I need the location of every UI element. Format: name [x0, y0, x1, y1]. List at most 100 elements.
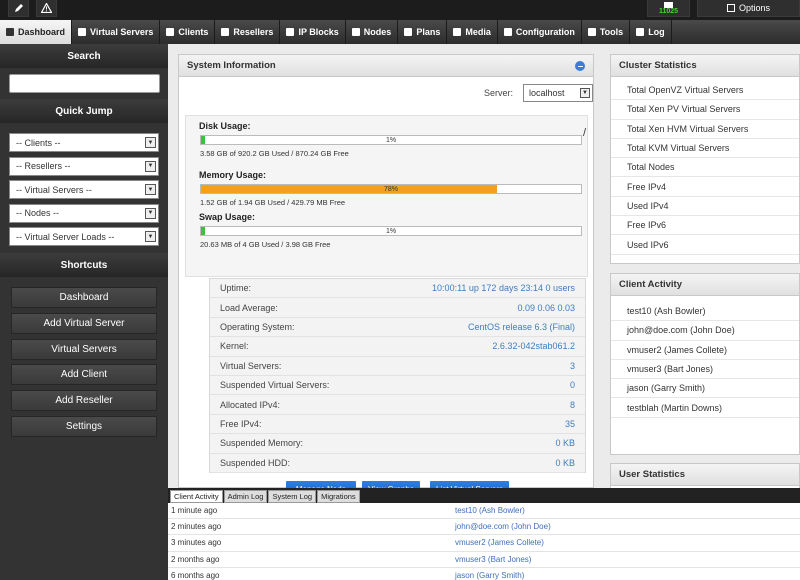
user-icon	[221, 28, 230, 36]
edit-button[interactable]	[8, 0, 29, 17]
nav-item-ip-blocks[interactable]: IP Blocks	[280, 20, 346, 44]
nav-item-label: Tools	[599, 27, 624, 37]
stat-row: Operating System: CentOS release 6.3 (Fin…	[210, 318, 585, 338]
user-statistics-title: User Statistics	[611, 464, 799, 486]
swap-usage-bar: 1%	[200, 226, 582, 236]
stat-row: Uptime: 10:00:11 up 172 days 23:14 0 user…	[210, 279, 585, 299]
document-icon	[404, 28, 413, 36]
messages-button[interactable]: 11025	[647, 0, 690, 17]
shortcut-button-dashboard[interactable]: Dashboard	[11, 287, 157, 308]
quick-jump-select[interactable]: -- Clients -- ▼	[9, 133, 159, 152]
nav-item-media[interactable]: Media	[447, 20, 498, 44]
nav-item-log[interactable]: Log	[630, 20, 672, 44]
quick-jump-select[interactable]: -- Nodes -- ▼	[9, 203, 159, 223]
client-activity-row[interactable]: vmuser2 (James Collete)	[611, 341, 799, 360]
log-tab-admin-log[interactable]: Admin Log	[223, 490, 268, 503]
warning-icon	[41, 3, 52, 13]
quick-jump-heading: Quick Jump	[0, 99, 168, 123]
stat-value: 0	[569, 380, 575, 391]
stat-row: Load Average: 0.09 0.06 0.03	[210, 298, 585, 318]
cluster-stat-row: Total Nodes	[611, 158, 799, 178]
cluster-stat-row: Free IPv6	[611, 216, 799, 236]
log-row: 2 months ago vmuser3 (Bart Jones)	[168, 552, 800, 568]
search-input[interactable]	[9, 74, 160, 93]
sidebar: Search Quick Jump -- Clients -- ▼ -- Resel…	[0, 44, 168, 580]
stat-label: Virtual Servers:	[220, 360, 282, 371]
stat-row: Suspended Virtual Servers: 0	[210, 376, 585, 396]
user-icon	[166, 28, 175, 36]
server-select[interactable]: localhost ▼	[523, 84, 593, 102]
client-activity-row[interactable]: john@doe.com (John Doe)	[611, 321, 799, 341]
stat-label: Kernel:	[220, 341, 249, 352]
stat-label: Suspended Memory:	[220, 438, 304, 449]
log-tab-client-activity[interactable]: Client Activity	[170, 490, 223, 503]
nav-item-plans[interactable]: Plans	[398, 20, 448, 44]
nav-item-configuration[interactable]: Configuration	[498, 20, 582, 44]
nav-item-label: IP Blocks	[298, 27, 339, 37]
cluster-statistics-panel: Cluster Statistics Total OpenVZ Virtual …	[610, 54, 800, 264]
log-row: 3 minutes ago vmuser2 (James Collete)	[168, 535, 800, 552]
log-user-link[interactable]: jason (Garry Smith)	[455, 571, 524, 580]
cluster-stat-row: Free IPv4	[611, 177, 799, 197]
nav-item-resellers[interactable]: Resellers	[215, 20, 281, 44]
memory-usage-bar: 78%	[200, 184, 582, 194]
page-icon	[636, 28, 645, 36]
stat-value: 0.09 0.06 0.03	[517, 302, 575, 313]
stat-label: Suspended HDD:	[220, 457, 291, 468]
nav-item-clients[interactable]: Clients	[160, 20, 216, 44]
alerts-button[interactable]	[36, 0, 57, 17]
nav-item-label: Nodes	[363, 27, 392, 37]
nav-item-label: Media	[465, 27, 491, 37]
quick-jump-select[interactable]: -- Virtual Server Loads -- ▼	[9, 227, 159, 246]
quick-jump-select[interactable]: -- Virtual Servers -- ▼	[9, 180, 159, 199]
shortcut-button-settings[interactable]: Settings	[11, 416, 157, 437]
nav-item-label: Resellers	[233, 27, 274, 37]
quick-jump-select[interactable]: -- Resellers -- ▼	[9, 156, 159, 176]
log-tab-system-log[interactable]: System Log	[268, 490, 317, 503]
options-button[interactable]: Options	[697, 0, 800, 17]
cluster-statistics-title: Cluster Statistics	[611, 55, 799, 77]
folder-icon	[453, 28, 462, 36]
log-row: 2 minutes ago john@doe.com (John Doe)	[168, 519, 800, 536]
log-time: 2 months ago	[171, 554, 220, 564]
gear-icon	[503, 28, 512, 36]
nav-item-tools[interactable]: Tools	[582, 20, 631, 44]
panel-title: System Information	[179, 55, 593, 77]
log-time: 6 months ago	[171, 570, 220, 580]
stat-label: Operating System:	[220, 321, 295, 332]
main-content: System Information Server: localhost ▼ D…	[168, 44, 800, 497]
nav-item-virtual-servers[interactable]: Virtual Servers	[72, 20, 161, 44]
memory-usage-title: Memory Usage:	[199, 170, 267, 180]
memory-usage-percent: 78%	[383, 186, 398, 193]
nav-item-nodes[interactable]: Nodes	[346, 20, 399, 44]
cluster-stat-row: Total KVM Virtual Servers	[611, 139, 799, 159]
client-activity-row[interactable]: jason (Garry Smith)	[611, 379, 799, 399]
chevron-down-icon: ▼	[580, 88, 590, 98]
stat-row: Allocated IPv4: 8	[210, 395, 585, 415]
quick-jump-value: -- Virtual Servers --	[16, 184, 92, 195]
collapse-icon[interactable]	[575, 61, 585, 71]
shortcut-button-virtual-servers[interactable]: Virtual Servers	[11, 338, 157, 360]
nav-item-label: Virtual Servers	[90, 27, 154, 37]
log-tab-migrations[interactable]: Migrations	[317, 490, 360, 503]
client-activity-row[interactable]: vmuser3 (Bart Jones)	[611, 360, 799, 380]
nav-item-label: Log	[648, 27, 665, 37]
nav-item-dashboard[interactable]: Dashboard	[0, 20, 73, 44]
grid-icon	[78, 28, 87, 36]
log-user-link[interactable]: vmuser3 (Bart Jones)	[455, 555, 531, 564]
log-row: 6 months ago jason (Garry Smith)	[168, 568, 800, 580]
log-user-link[interactable]: test10 (Ash Bowler)	[455, 506, 525, 515]
shortcut-button-add-reseller[interactable]: Add Reseller	[11, 390, 157, 412]
stat-value: 35	[564, 418, 575, 429]
client-activity-row[interactable]: testblah (Martin Downs)	[611, 398, 799, 418]
stat-value: 2.6.32-042stab061.2	[492, 341, 575, 352]
shortcut-button-add-client[interactable]: Add Client	[11, 364, 157, 386]
log-user-link[interactable]: vmuser2 (James Collete)	[455, 538, 544, 547]
client-activity-row[interactable]: test10 (Ash Bowler)	[611, 302, 799, 322]
shortcut-button-add-virtual-server[interactable]: Add Virtual Server	[11, 312, 157, 334]
list-icon	[286, 28, 295, 36]
server-selector-row: Server: localhost ▼	[179, 83, 593, 103]
chevron-down-icon: ▼	[145, 184, 156, 195]
log-time: 2 minutes ago	[171, 522, 222, 532]
log-user-link[interactable]: john@doe.com (John Doe)	[455, 522, 551, 531]
